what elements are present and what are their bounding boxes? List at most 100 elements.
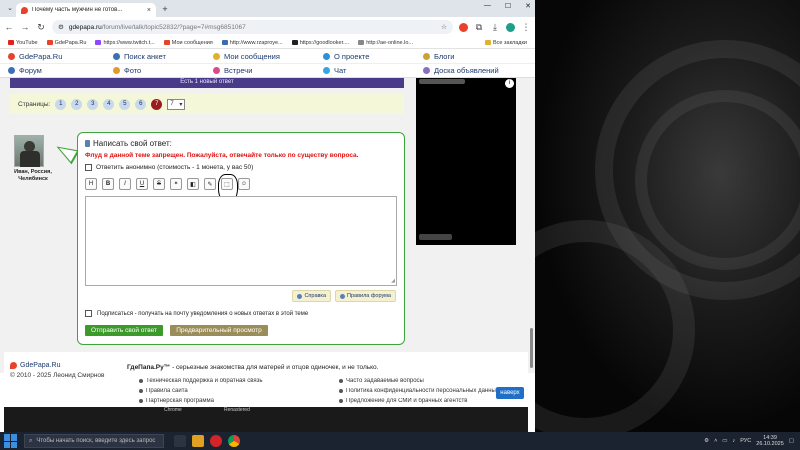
video-ad[interactable]: i <box>416 78 516 245</box>
bookmark-star-icon[interactable]: ☆ <box>441 23 447 31</box>
globe-icon <box>358 40 365 45</box>
yandex-browser-icon[interactable] <box>210 435 222 447</box>
menu-kebab-icon[interactable]: ⋮ <box>521 22 531 33</box>
site-info-icon[interactable]: ⚙ <box>58 23 64 31</box>
gdepapa-icon <box>46 40 53 45</box>
notifications-icon[interactable]: ▢ <box>789 438 794 444</box>
footer-link[interactable]: Предложение для СМИ и брачных агентств <box>339 398 519 404</box>
nav-my-messages[interactable]: Мои сообщения <box>205 52 315 61</box>
document-icon <box>85 140 90 147</box>
subscribe-option[interactable]: Подписаться - получать на почту уведомле… <box>85 310 308 317</box>
footer-logo[interactable]: GdePapa.Ru <box>10 362 60 369</box>
chevron-up-icon[interactable]: ˄ <box>714 438 717 444</box>
maximize-icon[interactable]: ☐ <box>505 2 511 10</box>
resize-grip-icon[interactable]: ◢ <box>391 278 395 284</box>
edit-button[interactable]: ✎ <box>204 178 216 190</box>
network-icon[interactable]: ▭ <box>722 438 727 444</box>
extension-icon[interactable] <box>459 22 468 32</box>
insert-image-button[interactable]: ⬚ <box>218 174 238 204</box>
bold-button[interactable]: B <box>102 178 114 190</box>
address-bar[interactable]: ⚙ gdepapa.ru/forum/live/talk/topic52832/… <box>52 20 453 34</box>
page-link[interactable]: 1 <box>55 98 67 110</box>
nav-blogs[interactable]: Блоги <box>415 52 525 61</box>
all-bookmarks-folder[interactable]: Все закладки <box>484 40 527 46</box>
profile-avatar-icon[interactable] <box>506 22 515 32</box>
new-reply-banner[interactable]: Есть 1 новый ответ <box>10 78 404 88</box>
reload-icon[interactable]: ↻ <box>36 22 46 33</box>
footer-link[interactable]: Часто задаваемые вопросы <box>339 378 519 384</box>
page-link[interactable]: 3 <box>87 98 99 110</box>
nav-chat[interactable]: Чат <box>315 66 415 75</box>
page-link[interactable]: 6 <box>135 98 147 110</box>
bookmark-item[interactable]: GdePapa.Ru <box>46 40 86 46</box>
close-window-icon[interactable]: ✕ <box>525 2 531 10</box>
heading-button[interactable]: H <box>85 178 97 190</box>
anonymous-checkbox[interactable] <box>85 164 92 171</box>
volume-icon[interactable]: ♪ <box>733 438 736 444</box>
nav-board[interactable]: Доска объявлений <box>415 66 525 75</box>
download-icon[interactable]: ⤓ <box>490 22 500 33</box>
page-link[interactable]: 2 <box>71 98 83 110</box>
quote-button[interactable]: ❝ <box>170 178 182 190</box>
ad-info-icon[interactable]: i <box>505 79 514 88</box>
bookmark-item[interactable]: http://ae-online.lo... <box>358 40 413 46</box>
language-indicator[interactable]: РУС <box>740 438 751 444</box>
nav-photo[interactable]: Фото <box>105 66 205 75</box>
new-tab-button[interactable]: + <box>159 3 171 15</box>
bookmark-item[interactable]: https://goodlooker.... <box>291 40 349 46</box>
tab-title: Почему часть мужчин не готов... <box>32 7 123 13</box>
forward-icon[interactable]: → <box>20 22 30 32</box>
steam-icon[interactable]: ⚙ <box>704 438 709 444</box>
tab-search-icon[interactable]: ⌄ <box>4 2 16 14</box>
chrome-icon[interactable] <box>228 435 240 447</box>
page-link[interactable]: 4 <box>103 98 115 110</box>
scrollbar-thumb[interactable] <box>530 328 533 368</box>
spoiler-button[interactable]: ◧ <box>187 178 199 190</box>
pagination: Страницы: 1 2 3 4 5 6 7 7 ▾ <box>10 94 404 114</box>
bookmark-item[interactable]: http://www.rzaproye... <box>221 40 283 46</box>
footer-links: Техническая поддержка и обратная связь Ч… <box>139 378 519 404</box>
preview-button[interactable]: Предварительный просмотр <box>170 325 268 336</box>
minimize-icon[interactable]: — <box>484 2 491 10</box>
board-icon <box>423 67 430 74</box>
active-tab[interactable]: Почему часть мужчин не готов... × <box>16 3 156 17</box>
anonymous-option[interactable]: Ответить анонимно (стоимость - 1 монета,… <box>85 164 253 171</box>
underline-button[interactable]: U <box>136 178 148 190</box>
avatar[interactable] <box>14 135 44 167</box>
system-tray: ⚙ ˄ ▭ ♪ РУС 14:39 26.10.2025 ▢ <box>704 435 800 447</box>
windows-start-icon[interactable] <box>4 434 18 448</box>
extensions-puzzle-icon[interactable]: ⧉ <box>474 22 484 33</box>
smiley-button[interactable]: ☺ <box>238 178 250 190</box>
bookmark-item[interactable]: https://www.twitch.t... <box>95 40 155 46</box>
taskbar-search[interactable]: ⌕ Чтобы начать поиск, введите здесь запро… <box>24 434 164 448</box>
footer-link[interactable]: Техническая поддержка и обратная связь <box>139 378 339 384</box>
subscribe-checkbox[interactable] <box>85 310 92 317</box>
bookmark-item[interactable]: Мои сообщения <box>163 40 213 46</box>
footer-link[interactable]: Политика конфиденциальности персональных… <box>339 388 519 394</box>
italic-button[interactable]: I <box>119 178 131 190</box>
page-scrollbar[interactable] <box>528 78 535 373</box>
page-select[interactable]: 7 ▾ <box>167 98 186 110</box>
forum-rules-button[interactable]: Правила форума <box>335 290 396 302</box>
nav-search-profiles[interactable]: Поиск анкет <box>105 52 205 61</box>
back-to-top-button[interactable]: наверх <box>496 387 524 399</box>
clock[interactable]: 14:39 26.10.2025 <box>756 435 784 447</box>
file-explorer-icon[interactable] <box>192 435 204 447</box>
strike-button[interactable]: S <box>153 178 165 190</box>
nav-meetings[interactable]: Встречи <box>205 66 315 75</box>
task-view-icon[interactable] <box>174 435 186 447</box>
format-toolbar: H B I U S ❝ ◧ ✎ ⬚ ☺ <box>85 174 250 204</box>
back-icon[interactable]: ← <box>4 22 14 32</box>
send-reply-button[interactable]: Отправить свой ответ <box>85 325 163 336</box>
user-name[interactable]: Иван, Россия, Челябинск <box>8 169 58 183</box>
bookmark-item[interactable]: YouTube <box>8 40 38 46</box>
close-tab-icon[interactable]: × <box>147 7 151 14</box>
footer-link[interactable]: Правила сайта <box>139 388 339 394</box>
nav-home[interactable]: GdePapa.Ru <box>0 52 105 61</box>
page-link[interactable]: 5 <box>119 98 131 110</box>
help-button[interactable]: Справка <box>292 290 332 302</box>
nav-about[interactable]: О проекте <box>315 52 415 61</box>
footer-link[interactable]: Партнерская программа <box>139 398 339 404</box>
reply-textarea[interactable]: ◢ <box>85 196 397 286</box>
nav-forum[interactable]: Форум <box>0 66 105 75</box>
